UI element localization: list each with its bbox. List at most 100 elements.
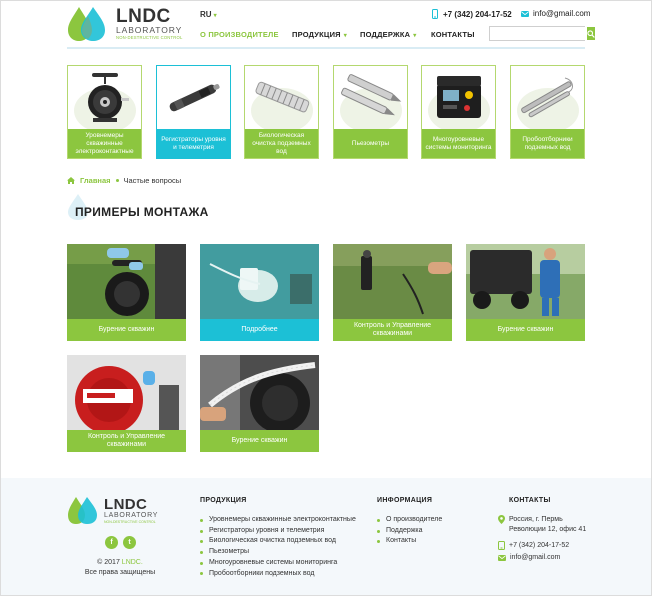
- footer-info-link[interactable]: Поддержка: [377, 526, 442, 537]
- chevron-down-icon: ▾: [213, 13, 217, 19]
- envelope-icon: [521, 10, 529, 17]
- location-pin-icon: [498, 515, 505, 524]
- gallery-tile[interactable]: Подробнее: [200, 244, 319, 341]
- link-text: Пробоотборники подземных вод: [209, 569, 315, 577]
- footer-copyright: © 2017 LNDC. Все права защищены: [70, 558, 170, 578]
- logo-title: LNDC: [116, 6, 171, 27]
- footer-logo[interactable]: LNDC LABORATORY NON-DESTRUCTIVE CONTROL: [67, 495, 165, 525]
- search-button[interactable]: [587, 27, 595, 40]
- header-phone-text: +7 (342) 204-17-52: [443, 9, 512, 19]
- search-icon: [587, 29, 595, 38]
- footer-products-list: Уровнемеры скважинные электроконтактные …: [200, 515, 356, 579]
- footer-product-link[interactable]: Пробоотборники подземных вод: [200, 569, 356, 580]
- breadcrumb: Главная Частые вопросы: [67, 176, 181, 185]
- sampling-photo: [200, 244, 319, 319]
- category-label: Пьезометры: [334, 129, 407, 158]
- footer-product-link[interactable]: Биологическая очистка подземных вод: [200, 536, 356, 547]
- nav-label: ПРОДУКЦИЯ: [292, 30, 341, 39]
- category-label: Уровнемеры скважинные электроконтактные: [68, 129, 141, 158]
- tile-caption: Подробнее: [200, 319, 319, 341]
- footer-logo-subtitle: LABORATORY: [104, 512, 159, 519]
- field-vehicle-photo: [466, 244, 585, 319]
- case-icon: [422, 66, 495, 129]
- footer-info-list: О производителе Поддержка Контакты: [377, 515, 442, 547]
- nav-label: ПОДДЕРЖКА: [360, 30, 411, 39]
- footer-product-link[interactable]: Многоуровневые системы мониторинга: [200, 558, 356, 569]
- piezometer-icon: [334, 66, 407, 129]
- category-card-samplers[interactable]: Пробоотборники подземных вод: [510, 65, 585, 159]
- link-text: Биологическая очистка подземных вод: [209, 537, 336, 545]
- solinst-reel-photo: [67, 355, 186, 430]
- footer-address: Россия, г. Пермь Революции 12, офис 41: [498, 515, 586, 535]
- page-title: ПРИМЕРЫ МОНТАЖА: [75, 205, 209, 219]
- bullet-icon: [377, 529, 380, 533]
- footer-email-text: info@gmail.com: [510, 554, 561, 561]
- footer-logo-title: LNDC: [104, 496, 148, 513]
- copyright-prefix: © 2017: [97, 559, 122, 566]
- breadcrumb-separator: [115, 179, 119, 182]
- gallery-tile[interactable]: Бурение скважин: [200, 355, 319, 452]
- footer-product-link[interactable]: Регистраторы уровня и телеметрия: [200, 526, 356, 537]
- header-email-text: info@gmail.com: [533, 9, 591, 18]
- tile-caption: Контроль и Управление скважинами: [333, 319, 452, 341]
- filter-cylinder-icon: [245, 66, 318, 129]
- language-label: RU: [200, 10, 212, 19]
- tile-caption: Контроль и Управление скважинами: [67, 430, 186, 452]
- gallery-tile[interactable]: Контроль и Управление скважинами: [67, 355, 186, 452]
- bullet-icon: [377, 540, 380, 544]
- breadcrumb-current: Частые вопросы: [123, 176, 182, 185]
- address-line-1: Россия, г. Пермь: [509, 516, 563, 523]
- nav-item-contacts[interactable]: КОНТАКТЫ: [431, 30, 475, 39]
- bullet-icon: [200, 529, 203, 533]
- nav-item-support[interactable]: ПОДДЕРЖКА ▾: [360, 30, 417, 39]
- tile-caption: Бурение скважин: [67, 319, 186, 341]
- logo-subtitle: LABORATORY: [116, 25, 183, 35]
- footer-contacts-heading: КОНТАКТЫ: [509, 497, 551, 504]
- tape-reel-icon: [68, 66, 141, 129]
- logo-tagline: NON-DESTRUCTIVE CONTROL: [116, 35, 183, 40]
- header-divider: [67, 47, 585, 49]
- nav-item-about[interactable]: О ПРОИЗВОДИТЕЛЕ: [200, 30, 279, 39]
- category-card-multilevel[interactable]: Многоуровневые системы мониторинга: [421, 65, 496, 159]
- footer-product-link[interactable]: Уровнемеры скважинные электроконтактные: [200, 515, 356, 526]
- footer-info-link[interactable]: Контакты: [377, 536, 442, 547]
- link-text: Поддержка: [386, 526, 423, 534]
- tape-measure-photo: [200, 355, 319, 430]
- footer-info-link[interactable]: О производителе: [377, 515, 442, 526]
- category-label: Многоуровневые системы мониторинга: [422, 129, 495, 158]
- category-card-piezometers[interactable]: Пьезометры: [333, 65, 408, 159]
- breadcrumb-home-link[interactable]: Главная: [80, 176, 111, 185]
- gallery-tile[interactable]: Бурение скважин: [67, 244, 186, 341]
- brand-logo[interactable]: LNDC LABORATORY NON-DESTRUCTIVE CONTROL: [67, 4, 189, 42]
- link-text: Контакты: [386, 537, 417, 545]
- category-card-level-loggers[interactable]: Регистраторы уровня и телеметрия: [156, 65, 231, 159]
- footer-phone[interactable]: +7 (342) 204-17-52: [498, 541, 569, 551]
- nav-label: О ПРОИЗВОДИТЕЛЕ: [200, 30, 279, 39]
- nav-label: КОНТАКТЫ: [431, 30, 475, 39]
- probe-photo: [333, 244, 452, 319]
- tile-caption: Бурение скважин: [200, 430, 319, 452]
- category-card-level-meters[interactable]: Уровнемеры скважинные электроконтактные: [67, 65, 142, 159]
- search-input[interactable]: [490, 27, 587, 40]
- header-phone[interactable]: +7 (342) 204-17-52: [432, 9, 512, 19]
- category-label: Регистраторы уровня и телеметрия: [157, 129, 230, 158]
- footer-info-heading: ИНФОРМАЦИЯ: [377, 497, 433, 504]
- bullet-icon: [200, 540, 203, 544]
- footer-phone-text: +7 (342) 204-17-52: [509, 542, 570, 549]
- link-text: Многоуровневые системы мониторинга: [209, 558, 338, 566]
- language-switch[interactable]: RU ▾: [200, 10, 217, 19]
- category-card-bio-treatment[interactable]: Биологическая очистка подземных вод: [244, 65, 319, 159]
- link-text: Уровнемеры скважинные электроконтактные: [209, 516, 356, 523]
- bullet-icon: [200, 550, 203, 554]
- header-email[interactable]: info@gmail.com: [521, 9, 590, 18]
- chevron-down-icon: ▾: [343, 33, 347, 39]
- sampler-icon: [511, 66, 584, 129]
- gallery-tile[interactable]: Бурение скважин: [466, 244, 585, 341]
- facebook-icon[interactable]: f: [105, 536, 118, 549]
- drilling-photo: [67, 244, 186, 319]
- twitter-icon[interactable]: t: [123, 536, 136, 549]
- gallery-tile[interactable]: Контроль и Управление скважинами: [333, 244, 452, 341]
- nav-item-products[interactable]: ПРОДУКЦИЯ ▾: [292, 30, 347, 39]
- footer-email[interactable]: info@gmail.com: [498, 553, 560, 563]
- footer-product-link[interactable]: Пьезометры: [200, 547, 356, 558]
